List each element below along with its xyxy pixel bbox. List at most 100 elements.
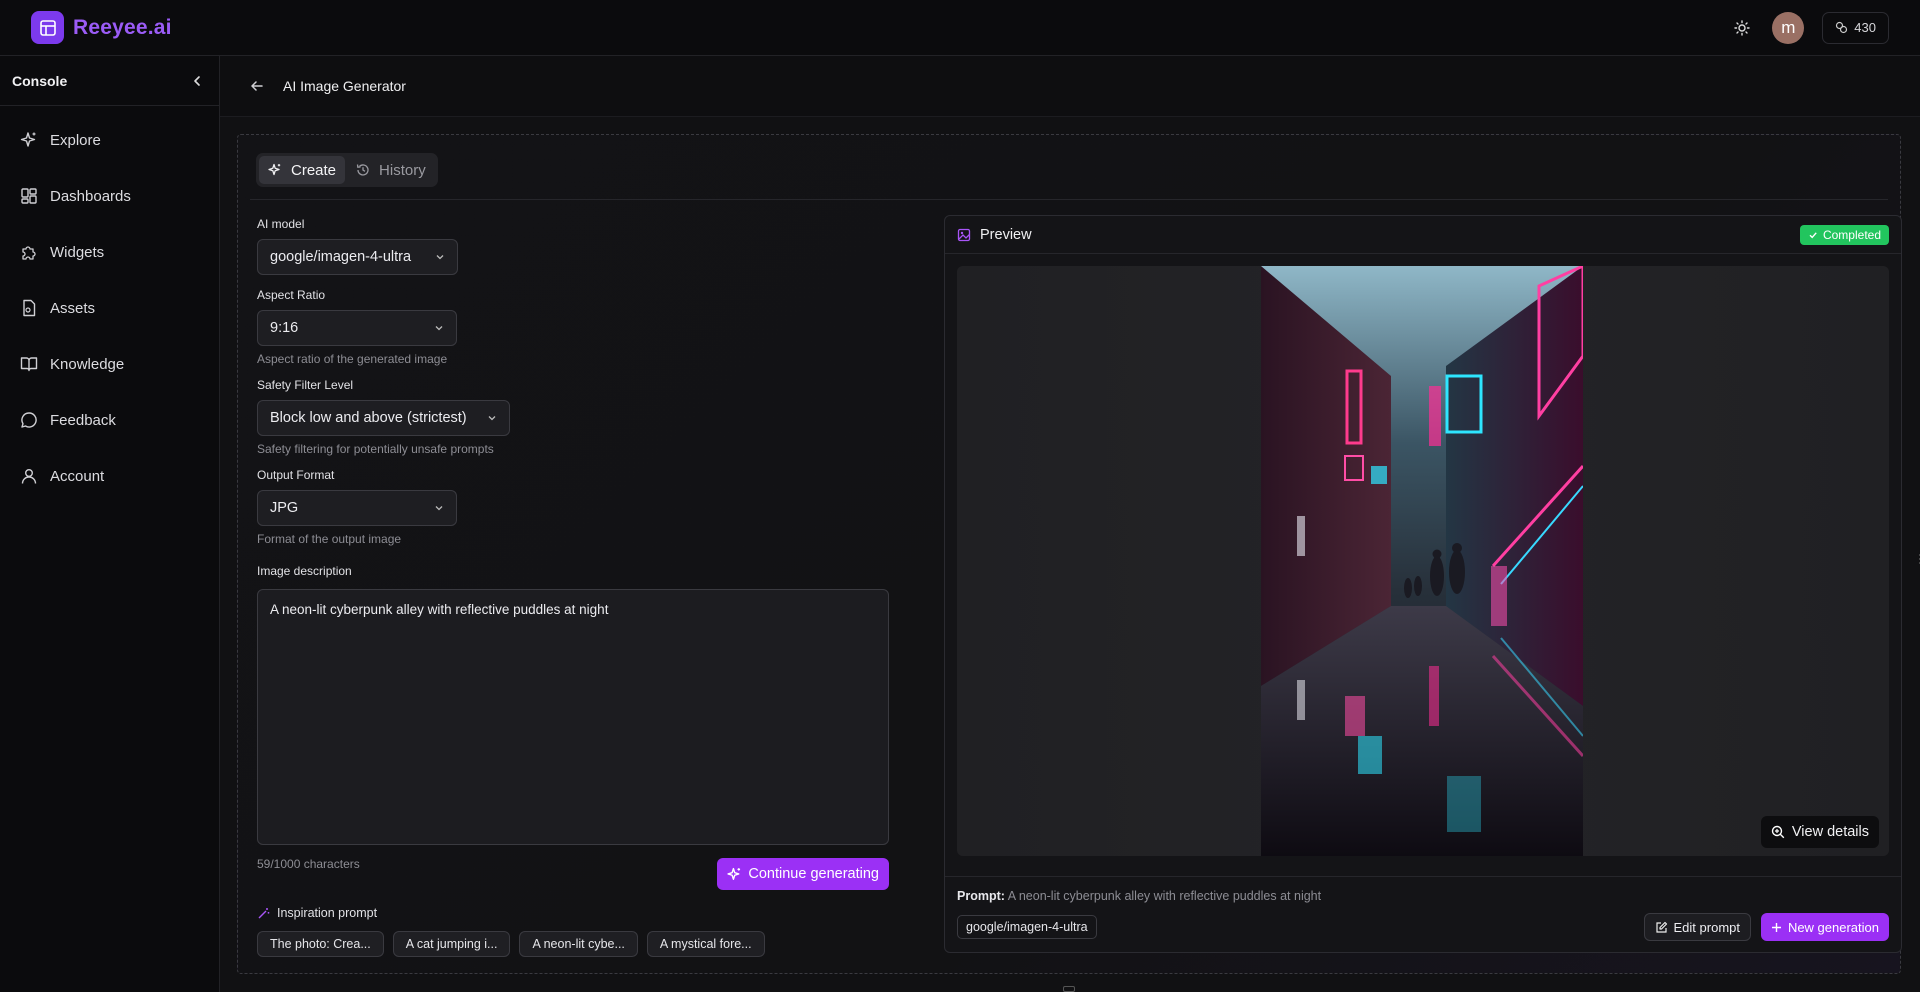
credits-button[interactable]: 430	[1822, 11, 1889, 44]
image-icon	[957, 228, 971, 241]
sidebar-collapse-button[interactable]	[187, 71, 207, 91]
prompt-line: Prompt: A neon-lit cyberpunk alley with …	[957, 889, 1321, 903]
description-label: Image description	[257, 564, 352, 578]
coins-icon	[1836, 21, 1848, 34]
tab-history[interactable]: History	[347, 156, 435, 184]
chevron-down-icon	[436, 255, 444, 260]
sidebar-item-account[interactable]: Account	[0, 448, 219, 504]
aspect-value: 9:16	[270, 320, 299, 336]
view-details-label: View details	[1791, 824, 1869, 840]
format-select[interactable]: JPG	[257, 490, 457, 526]
new-generation-label: New generation	[1787, 919, 1879, 935]
preview-title: Preview	[980, 226, 1032, 243]
sparkles-icon	[20, 132, 36, 147]
chevron-down-icon	[435, 326, 443, 331]
prompt-label: Prompt:	[957, 889, 1005, 903]
preview-card: Preview Completed View details Prompt: A…	[944, 215, 1902, 953]
inspiration-label: Inspiration prompt	[277, 906, 378, 920]
main-content: AI Image Generator Create History AI mod…	[220, 56, 1920, 992]
credits-count: 430	[1854, 20, 1876, 35]
edit-prompt-label: Edit prompt	[1673, 919, 1740, 935]
sidebar-item-label: Widgets	[50, 243, 105, 261]
sidebar-item-label: Explore	[50, 131, 101, 149]
brand-name: Reeyee.ai	[73, 15, 172, 39]
edit-icon	[1655, 921, 1667, 933]
sidebar-item-label: Dashboards	[50, 187, 131, 205]
inspiration-chip[interactable]: A mystical fore...	[646, 931, 765, 957]
magic-wand-icon	[258, 907, 270, 918]
view-details-button[interactable]: View details	[1760, 816, 1879, 848]
tab-divider	[250, 199, 1888, 200]
preview-footer: Prompt: A neon-lit cyberpunk alley with …	[945, 876, 1901, 941]
generate-label: Continue generating	[748, 866, 879, 882]
aspect-hint: Aspect ratio of the generated image	[257, 352, 448, 366]
sidebar-item-explore[interactable]: Explore	[0, 112, 219, 168]
back-button[interactable]	[247, 76, 267, 96]
sidebar-item-feedback[interactable]: Feedback	[0, 392, 219, 448]
sidebar-item-label: Account	[50, 467, 105, 485]
brand-logo-icon	[31, 11, 64, 44]
tab-bar: Create History	[256, 153, 438, 187]
status-badge: Completed	[1799, 224, 1889, 245]
sidebar-title: Console	[12, 72, 68, 89]
model-value: google/imagen-4-ultra	[270, 249, 412, 265]
preview-canvas: View details	[957, 266, 1889, 856]
safety-label: Safety Filter Level	[257, 378, 354, 392]
model-select[interactable]: google/imagen-4-ultra	[257, 239, 458, 275]
prompt-text: A neon-lit cyberpunk alley with reflecti…	[1007, 889, 1322, 903]
inspiration-chip[interactable]: A neon-lit cybe...	[519, 931, 638, 957]
inspiration-header: Inspiration prompt	[257, 905, 889, 921]
aspect-label: Aspect Ratio	[257, 288, 326, 302]
arrow-left-icon	[251, 81, 263, 91]
inspiration-chip[interactable]: The photo: Crea...	[257, 931, 384, 957]
model-tag: google/imagen-4-ultra	[957, 915, 1097, 939]
tab-label: Create	[291, 161, 337, 179]
check-icon	[1809, 231, 1817, 238]
theme-toggle-button[interactable]	[1730, 16, 1754, 40]
user-avatar[interactable]: m	[1772, 11, 1805, 44]
sun-icon	[1734, 19, 1750, 36]
generation-form: AI model google/imagen-4-ultra Aspect Ra…	[257, 217, 889, 957]
safety-value: Block low and above (strictest)	[270, 410, 467, 426]
book-icon	[20, 357, 38, 372]
generated-image[interactable]	[1261, 266, 1583, 856]
edit-prompt-button[interactable]: Edit prompt	[1643, 913, 1751, 941]
safety-select[interactable]: Block low and above (strictest)	[257, 400, 510, 436]
puzzle-icon	[22, 246, 36, 260]
safety-hint: Safety filtering for potentially unsafe …	[257, 442, 494, 456]
page-title: AI Image Generator	[283, 78, 406, 94]
plus-icon	[1771, 922, 1781, 932]
sparkles-icon	[727, 867, 741, 880]
status-text: Completed	[1822, 227, 1881, 242]
new-generation-button[interactable]: New generation	[1760, 913, 1889, 941]
history-icon	[356, 164, 369, 176]
user-icon	[21, 469, 37, 484]
aspect-select[interactable]: 9:16	[257, 310, 457, 346]
description-textarea[interactable]: A neon-lit cyberpunk alley with reflecti…	[257, 589, 889, 845]
sidebar-item-label: Assets	[50, 299, 96, 317]
format-value: JPG	[270, 500, 299, 516]
brand[interactable]: Reeyee.ai	[31, 11, 172, 44]
chevron-down-icon	[435, 506, 443, 511]
sidebar-item-widgets[interactable]: Widgets	[0, 224, 219, 280]
character-count: 59/1000 characters	[257, 857, 360, 871]
top-bar: Reeyee.ai m 430	[0, 0, 1920, 56]
sidebar-item-dashboards[interactable]: Dashboards	[0, 168, 219, 224]
bottom-resize-handle[interactable]	[1063, 986, 1075, 992]
chevron-down-icon	[488, 416, 496, 421]
format-label: Output Format	[257, 468, 335, 482]
grid-icon	[21, 188, 37, 204]
sidebar-item-knowledge[interactable]: Knowledge	[0, 336, 219, 392]
tab-label: History	[379, 161, 426, 179]
continue-generating-button[interactable]: Continue generating	[717, 858, 889, 890]
sidebar-item-label: Knowledge	[50, 355, 125, 373]
chevron-left-icon	[194, 75, 200, 86]
generator-panel: Create History AI model google/imagen-4-…	[237, 134, 1902, 974]
chat-icon	[21, 412, 37, 428]
inspiration-chips: The photo: Crea... A cat jumping i... A …	[257, 931, 889, 957]
inspiration-chip[interactable]: A cat jumping i...	[392, 931, 511, 957]
zoom-in-icon	[1771, 825, 1785, 839]
tab-create[interactable]: Create	[259, 156, 346, 184]
sparkles-icon	[268, 163, 281, 176]
sidebar-item-assets[interactable]: Assets	[0, 280, 219, 336]
